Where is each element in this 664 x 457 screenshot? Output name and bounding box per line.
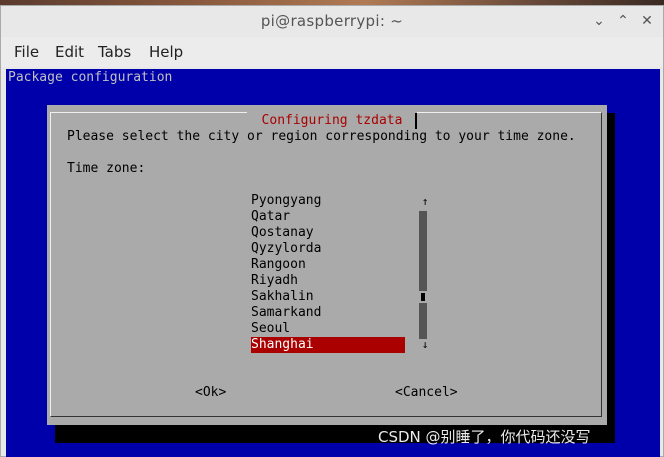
list-item[interactable]: Qatar [251, 209, 405, 225]
ok-button[interactable]: <Ok> [195, 385, 226, 400]
menu-bar: File Edit Tabs Help [1, 37, 663, 67]
cancel-button[interactable]: <Cancel> [395, 385, 458, 400]
dialog-prompt: Please select the city or region corresp… [67, 129, 576, 144]
close-icon[interactable]: ✕ [637, 11, 657, 31]
dialog-title-right-bracket [415, 113, 417, 129]
list-item[interactable]: Rangoon [251, 257, 405, 273]
maximize-icon[interactable]: ⌃ [613, 11, 633, 31]
csdn-watermark: CSDN @别睡了，你代码还没写 [378, 428, 591, 446]
menu-help[interactable]: Help [149, 43, 183, 61]
scrollbar[interactable] [419, 211, 427, 339]
list-item[interactable]: Qostanay [251, 225, 405, 241]
list-item[interactable]: Riyadh [251, 273, 405, 289]
list-item[interactable]: Samarkand [251, 305, 405, 321]
terminal-area[interactable]: Package configuration Configuring tzdata… [6, 69, 660, 457]
menu-tabs[interactable]: Tabs [98, 43, 131, 61]
dialog-title: Configuring tzdata [247, 112, 417, 130]
menu-file[interactable]: File [14, 43, 39, 61]
terminal-window: pi@raspberrypi: ~ ⌄ ⌃ ✕ File Edit Tabs H… [0, 5, 664, 457]
list-item-selected[interactable]: Shanghai [251, 337, 405, 353]
dialog-frame: Configuring tzdata Please select the cit… [50, 112, 602, 417]
menu-edit[interactable]: Edit [55, 43, 84, 61]
title-bar[interactable]: pi@raspberrypi: ~ ⌄ ⌃ ✕ [1, 6, 663, 37]
scroll-up-arrow-icon[interactable]: ↑ [420, 195, 430, 209]
minimize-icon[interactable]: ⌄ [589, 11, 609, 31]
list-item[interactable]: Qyzylorda [251, 241, 405, 257]
package-config-title: Package configuration [8, 70, 173, 85]
time-zone-label: Time zone: [67, 161, 146, 176]
scrollbar-thumb[interactable] [421, 293, 425, 301]
list-item[interactable]: Pyongyang [251, 193, 405, 209]
tzdata-dialog: Configuring tzdata Please select the cit… [47, 105, 607, 425]
list-item[interactable]: Seoul [251, 321, 405, 337]
list-item[interactable]: Sakhalin [251, 289, 405, 305]
scroll-down-arrow-icon[interactable]: ↓ [420, 338, 430, 352]
time-zone-list[interactable]: Pyongyang Qatar Qostanay Qyzylorda Rango… [251, 193, 405, 353]
window-title: pi@raspberrypi: ~ [260, 12, 404, 30]
